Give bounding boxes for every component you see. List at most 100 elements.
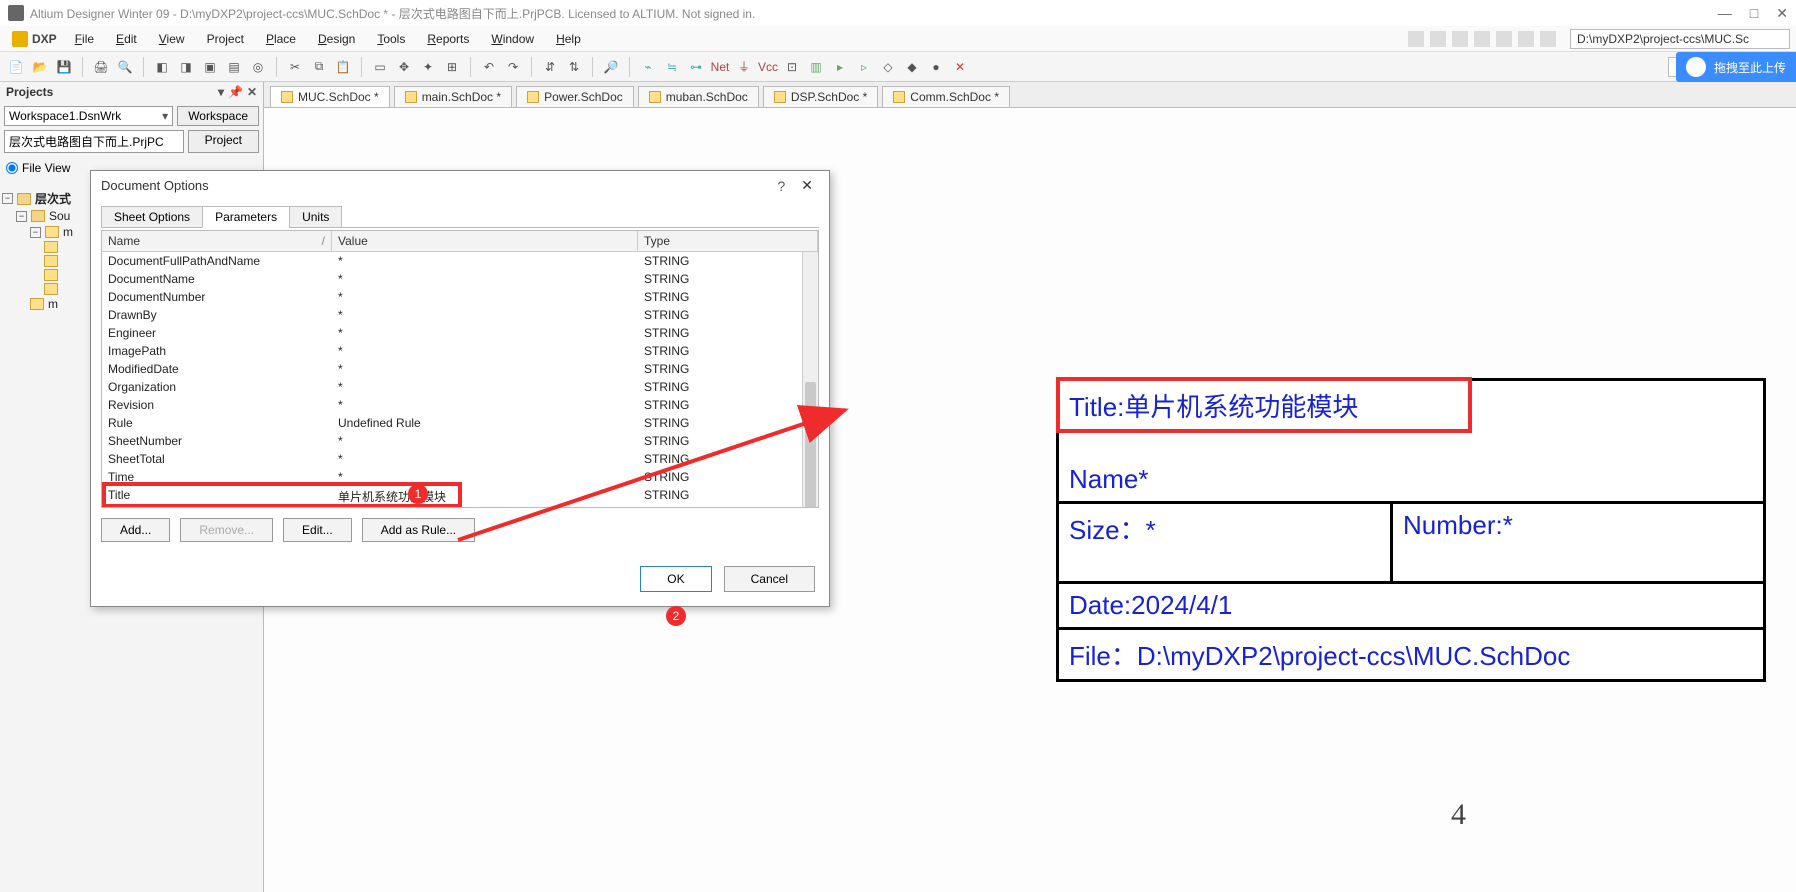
tb-copy-icon[interactable]: ⧉ (309, 57, 329, 77)
path-input[interactable]: D:\myDXP2\project-ccs\MUC.Sc (1570, 29, 1790, 49)
dialog-tab-parameters[interactable]: Parameters (202, 206, 290, 228)
tb-undo-icon[interactable]: ↶ (479, 57, 499, 77)
dialog-close-button[interactable]: ✕ (795, 177, 819, 194)
cancel-button[interactable]: Cancel (724, 566, 815, 592)
tb-part-icon[interactable]: ⊡ (782, 57, 802, 77)
mini-icon[interactable] (1408, 31, 1424, 47)
doc-tab[interactable]: DSP.SchDoc * (763, 86, 878, 107)
mini-icon[interactable] (1540, 31, 1556, 47)
tb-cut-icon[interactable]: ✂ (285, 57, 305, 77)
dialog-help-button[interactable]: ? (767, 178, 795, 194)
maximize-button[interactable]: □ (1750, 5, 1758, 22)
tb-icon[interactable]: ◎ (248, 57, 268, 77)
tree-collapse-icon[interactable]: − (2, 193, 13, 204)
doc-tab[interactable]: MUC.SchDoc * (270, 86, 390, 107)
tb-sheet-icon[interactable]: ▥ (806, 57, 826, 77)
tree-item[interactable]: m (63, 225, 73, 239)
grid-scrollbar[interactable] (802, 252, 818, 507)
ok-button[interactable]: OK (640, 566, 711, 592)
grid-row[interactable]: ImagePath*STRING (102, 342, 818, 360)
menu-reports[interactable]: Reports (417, 29, 479, 49)
panel-dropdown-icon[interactable]: ▾ (218, 85, 224, 99)
tb-icon[interactable]: 🔎 (601, 57, 621, 77)
workspace-button[interactable]: Workspace (177, 106, 259, 126)
grid-row[interactable]: ModifiedDate*STRING (102, 360, 818, 378)
tb-wire-icon[interactable]: ⌁ (638, 57, 658, 77)
tb-preview-icon[interactable]: 🔍 (115, 57, 135, 77)
grid-row[interactable]: Revision*STRING (102, 396, 818, 414)
grid-row[interactable]: Engineer*STRING (102, 324, 818, 342)
add-button[interactable]: Add... (101, 518, 170, 542)
grid-row[interactable]: DocumentFullPathAndName*STRING (102, 252, 818, 270)
tb-redo-icon[interactable]: ↷ (503, 57, 523, 77)
grid-row[interactable]: RuleUndefined RuleSTRING (102, 414, 818, 432)
doc-tab[interactable]: main.SchDoc * (394, 86, 512, 107)
add-as-rule-button[interactable]: Add as Rule... (362, 518, 475, 542)
menu-window[interactable]: Window (481, 29, 544, 49)
project-button[interactable]: Project (188, 130, 259, 153)
tb-icon[interactable]: ◇ (878, 57, 898, 77)
menu-edit[interactable]: Edit (106, 29, 147, 49)
tb-port-icon[interactable]: ▸ (830, 57, 850, 77)
project-name-box[interactable]: 层次式电路图自下而上.PrjPC (4, 130, 184, 153)
doc-tab[interactable]: Comm.SchDoc * (882, 86, 1010, 107)
grid-row[interactable]: SheetTotal*STRING (102, 450, 818, 468)
tb-icon[interactable]: ✦ (418, 57, 438, 77)
tb-icon[interactable]: ◧ (152, 57, 172, 77)
tree-collapse-icon[interactable]: − (16, 211, 27, 222)
tb-icon[interactable]: ▣ (200, 57, 220, 77)
tb-save-icon[interactable]: 💾 (54, 57, 74, 77)
edit-button[interactable]: Edit... (283, 518, 352, 542)
scrollbar-thumb[interactable] (805, 382, 816, 507)
tb-move-icon[interactable]: ✥ (394, 57, 414, 77)
menu-project[interactable]: Project (197, 29, 254, 49)
menu-file[interactable]: File (65, 29, 104, 49)
file-view-radio-input[interactable] (6, 162, 18, 174)
workspace-combo[interactable]: Workspace1.DsnWrk ▾ (4, 106, 173, 126)
tb-new-icon[interactable]: 📄 (6, 57, 26, 77)
grid-header-type[interactable]: Type (638, 231, 818, 251)
grid-row[interactable]: SheetNumber*STRING (102, 432, 818, 450)
grid-header-value[interactable]: Value (332, 231, 638, 251)
tb-icon[interactable]: ● (926, 57, 946, 77)
tb-icon[interactable]: ◨ (176, 57, 196, 77)
menu-help[interactable]: Help (546, 29, 591, 49)
tb-icon[interactable]: ⊞ (442, 57, 462, 77)
grid-row[interactable]: Organization*STRING (102, 378, 818, 396)
panel-close-icon[interactable]: ✕ (247, 85, 257, 99)
mini-icon[interactable] (1452, 31, 1468, 47)
tb-icon[interactable]: ▤ (224, 57, 244, 77)
tb-icon[interactable]: ⊶ (686, 57, 706, 77)
menu-place[interactable]: Place (256, 29, 306, 49)
tb-select-icon[interactable]: ▭ (370, 57, 390, 77)
tb-net-icon[interactable]: Net (710, 57, 730, 77)
menu-design[interactable]: Design (308, 29, 365, 49)
grid-row[interactable]: DrawnBy*STRING (102, 306, 818, 324)
tb-gnd-icon[interactable]: ⏚ (734, 57, 754, 77)
mini-icon[interactable] (1430, 31, 1446, 47)
tb-open-icon[interactable]: 📂 (30, 57, 50, 77)
mini-icon[interactable] (1474, 31, 1490, 47)
parameters-grid[interactable]: Name/ Value Type DocumentFullPathAndName… (101, 230, 819, 508)
grid-row[interactable]: DocumentName*STRING (102, 270, 818, 288)
menu-tools[interactable]: Tools (367, 29, 415, 49)
doc-tab[interactable]: Power.SchDoc (516, 86, 634, 107)
tree-root[interactable]: 层次式 (35, 190, 71, 207)
mini-icon[interactable] (1518, 31, 1534, 47)
grid-row[interactable]: Title单片机系统功能模块STRING (102, 486, 818, 507)
panel-pin-icon[interactable]: 📌 (228, 85, 243, 99)
doc-tab[interactable]: muban.SchDoc (638, 86, 759, 107)
tb-delete-icon[interactable]: ✕ (950, 57, 970, 77)
tb-icon[interactable]: ⇅ (564, 57, 584, 77)
dxp-menu[interactable]: DXP (6, 29, 63, 49)
mini-icon[interactable] (1496, 31, 1512, 47)
tb-icon[interactable]: ◆ (902, 57, 922, 77)
dialog-tab-sheet-options[interactable]: Sheet Options (101, 206, 203, 228)
tb-icon[interactable]: ⇵ (540, 57, 560, 77)
tb-bus-icon[interactable]: ≒ (662, 57, 682, 77)
close-button[interactable]: ✕ (1776, 5, 1788, 22)
grid-row[interactable]: Time*STRING (102, 468, 818, 486)
tb-print-icon[interactable]: 🖨 (91, 57, 111, 77)
tree-source[interactable]: Sou (49, 209, 70, 223)
cloud-upload-badge[interactable]: 拖拽至此上传 (1676, 52, 1796, 82)
